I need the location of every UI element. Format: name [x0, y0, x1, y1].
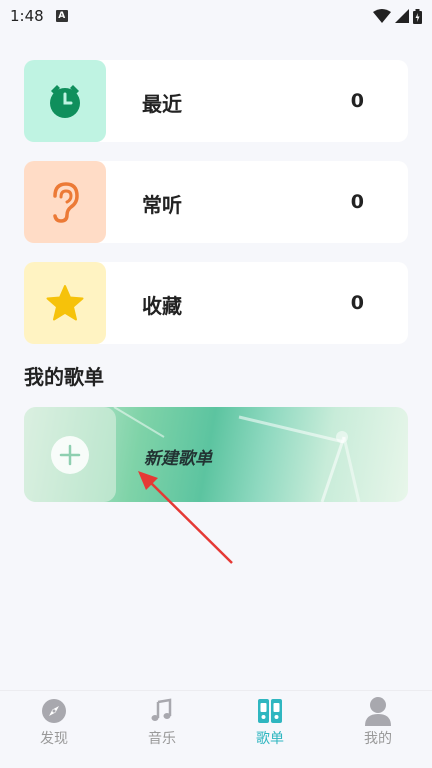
plus-icon	[59, 444, 81, 465]
new-playlist-card[interactable]: 新建歌单	[24, 407, 408, 502]
nav-playlist-label: 歌单	[256, 731, 284, 747]
bottom-nav: 发现 音乐 歌单 我的	[0, 690, 432, 768]
frequent-count: 0	[350, 191, 364, 213]
nav-music[interactable]: 音乐	[108, 691, 216, 768]
status-time: 1:48	[10, 7, 44, 25]
favorites-card[interactable]: 收藏 0	[24, 262, 408, 344]
signal-icon	[395, 9, 409, 23]
nav-playlist[interactable]: 歌单	[216, 691, 324, 768]
wifi-icon	[373, 9, 391, 23]
favorites-icon-box	[24, 262, 106, 344]
battery-icon	[413, 8, 422, 24]
frequent-card[interactable]: 常听 0	[24, 161, 408, 243]
recent-count: 0	[350, 90, 364, 112]
user-icon	[365, 697, 391, 726]
nav-music-label: 音乐	[148, 731, 176, 747]
compass-icon	[42, 699, 66, 723]
star-icon	[46, 285, 84, 321]
favorites-count: 0	[350, 292, 364, 314]
frequent-label: 常听	[142, 193, 182, 217]
playlist-icon	[258, 699, 282, 723]
music-note-icon	[151, 698, 172, 721]
nav-mine[interactable]: 我的	[324, 691, 432, 768]
new-playlist-label: 新建歌单	[144, 449, 212, 469]
ear-icon	[53, 182, 79, 223]
nav-mine-label: 我的	[364, 731, 392, 747]
recent-icon-box	[24, 60, 106, 142]
add-playlist-button[interactable]	[24, 407, 116, 502]
alarm-clock-icon	[50, 85, 80, 118]
my-playlists-title: 我的歌单	[24, 365, 104, 389]
nav-discover[interactable]: 发现	[0, 691, 108, 768]
frequent-icon-box	[24, 161, 106, 243]
recent-card[interactable]: 最近 0	[24, 60, 408, 142]
favorites-label: 收藏	[142, 294, 182, 318]
status-bar: 1:48 A	[0, 0, 432, 32]
notification-a-icon: A	[55, 10, 68, 22]
recent-label: 最近	[142, 92, 182, 116]
nav-discover-label: 发现	[40, 731, 68, 747]
